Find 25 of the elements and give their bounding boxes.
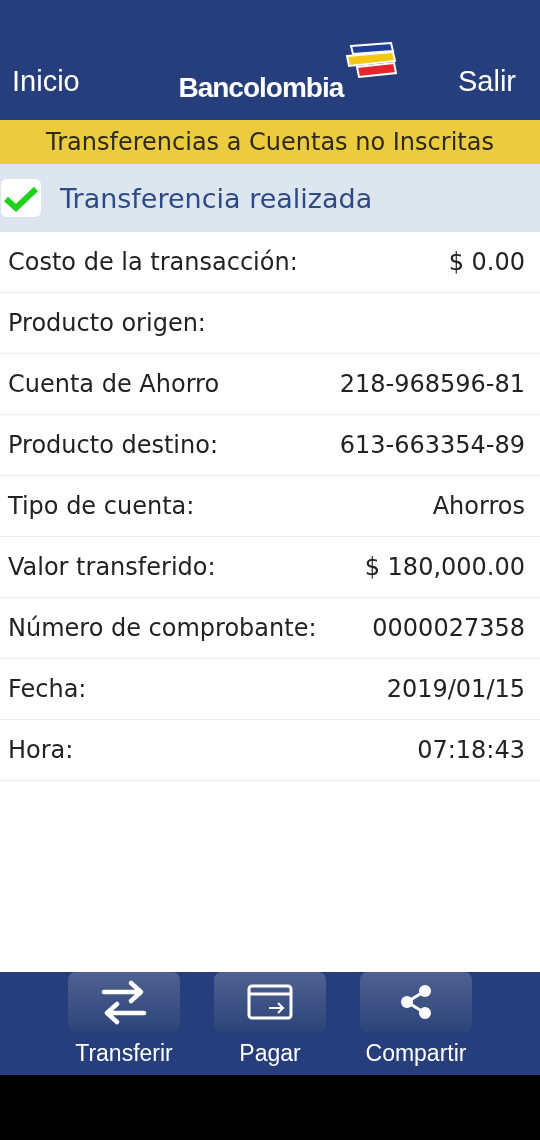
exit-link[interactable]: Salir <box>458 65 516 104</box>
detail-value: $ 180,000.00 <box>364 553 525 581</box>
detail-label: Fecha: <box>8 675 87 703</box>
detail-value: 218-968596-81 <box>339 370 525 398</box>
detail-label: Tipo de cuenta: <box>8 492 195 520</box>
detail-label: Número de comprobante: <box>8 614 317 642</box>
detail-value: 0000027358 <box>372 614 525 642</box>
detail-value: Ahorros <box>432 492 525 520</box>
detail-value: 613-663354-89 <box>339 431 525 459</box>
status-message: Transferencia realizada <box>60 182 373 214</box>
swap-arrows-icon <box>101 979 147 1025</box>
detail-value: 07:18:43 <box>417 736 525 764</box>
detail-label: Producto destino: <box>8 431 218 459</box>
share-icon <box>399 984 433 1020</box>
detail-value: $ 0.00 <box>448 248 525 276</box>
section-title: Transferencias a Cuentas no Inscritas <box>0 120 540 164</box>
detail-value: 2019/01/15 <box>386 675 525 703</box>
card-icon <box>247 984 293 1020</box>
detail-label: Costo de la transacción: <box>8 248 298 276</box>
detail-label: Producto origen: <box>8 309 206 337</box>
detail-label: Hora: <box>8 736 74 764</box>
logo-text: Bancolombia <box>178 72 344 104</box>
detail-label: Valor transferido: <box>8 553 216 581</box>
detail-label: Cuenta de Ahorro <box>8 370 220 398</box>
home-link[interactable]: Inicio <box>12 65 80 104</box>
